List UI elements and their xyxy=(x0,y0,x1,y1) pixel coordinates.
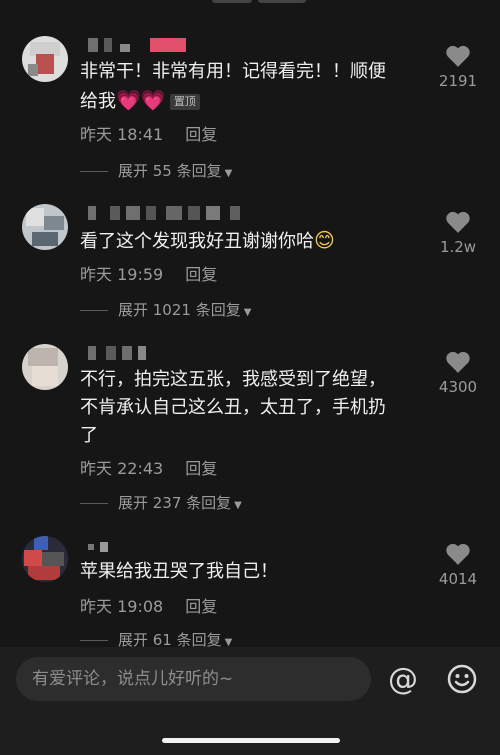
like-button[interactable]: 4014 xyxy=(430,542,486,588)
expand-replies-button[interactable]: 展开 237 条回复 ▼ xyxy=(80,492,242,513)
reply-button[interactable]: 回复 xyxy=(185,459,217,478)
heart-icon xyxy=(446,351,470,373)
like-count: 1.2w xyxy=(439,238,477,256)
comment-text: 不行，拍完这五张，我感受到了绝望， 不肯承认自己这么丑，太丑了，手机扔 了 xyxy=(80,369,386,446)
expand-replies-button[interactable]: 展开 1021 条回复 ▼ xyxy=(80,299,251,320)
comment-meta: 昨天 19:08 回复 xyxy=(80,593,217,617)
like-count: 4014 xyxy=(438,570,478,588)
avatar[interactable] xyxy=(22,344,68,390)
divider xyxy=(80,310,108,311)
like-button[interactable]: 1.2w xyxy=(430,210,486,256)
reply-button[interactable]: 回复 xyxy=(185,265,217,284)
avatar[interactable] xyxy=(22,36,68,82)
like-count: 4300 xyxy=(438,378,478,396)
timestamp: 昨天 22:43 xyxy=(80,459,164,478)
caret-down-icon: ▼ xyxy=(224,168,233,179)
reply-button[interactable]: 回复 xyxy=(185,597,217,616)
comment-composer-bar: 有爱评论，说点儿好听的~ @ xyxy=(0,647,500,755)
avatar[interactable] xyxy=(22,204,68,250)
caret-down-icon: ▼ xyxy=(234,500,242,511)
like-count: 2191 xyxy=(438,72,478,90)
comment-text: 非常干！非常有用！记得看完！！顺便 给我💗💗 置顶 xyxy=(80,61,386,112)
comment-text: 看了这个发现我好丑谢谢你哈😊 xyxy=(80,228,335,252)
emoji-icon[interactable] xyxy=(446,663,478,699)
timestamp: 昨天 19:08 xyxy=(80,597,164,616)
expand-replies-button[interactable]: 展开 55 条回复 ▼ xyxy=(80,160,232,181)
like-button[interactable]: 4300 xyxy=(430,350,486,396)
pinned-badge: 置顶 xyxy=(169,94,200,110)
heart-icon xyxy=(446,543,470,565)
divider xyxy=(80,640,108,641)
heart-icon xyxy=(446,211,470,233)
comment-input[interactable]: 有爱评论，说点儿好听的~ xyxy=(16,657,371,701)
home-indicator[interactable] xyxy=(162,738,340,743)
reply-button[interactable]: 回复 xyxy=(185,125,217,144)
smile-emoji-icon: 😊 xyxy=(314,228,335,252)
heart-emoji-icon: 💗💗 xyxy=(116,88,166,112)
like-button[interactable]: 2191 xyxy=(430,44,486,90)
divider xyxy=(80,171,108,172)
timestamp: 昨天 18:41 xyxy=(80,125,164,144)
at-mention-icon[interactable]: @ xyxy=(388,665,418,695)
comment-meta: 昨天 19:59 回复 xyxy=(80,261,217,285)
heart-icon xyxy=(446,45,470,67)
comment-meta: 昨天 18:41 回复 xyxy=(80,121,217,145)
divider xyxy=(80,503,108,504)
cutoff-top-text xyxy=(0,0,500,14)
caret-down-icon: ▼ xyxy=(243,307,252,318)
avatar[interactable] xyxy=(22,536,68,582)
comment-text: 苹果给我丑哭了我自己！ xyxy=(80,561,278,582)
comment-meta: 昨天 22:43 回复 xyxy=(80,455,217,479)
timestamp: 昨天 19:59 xyxy=(80,265,164,284)
